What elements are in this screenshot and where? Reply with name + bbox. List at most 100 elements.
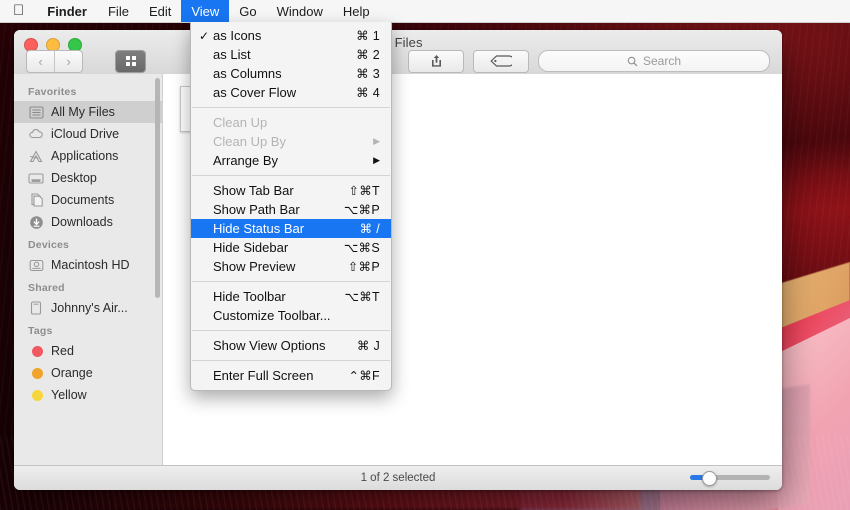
menu-item-as-icons[interactable]: ✓ as Icons ⌘ 1 bbox=[191, 26, 391, 45]
sidebar-heading-tags: Tags bbox=[28, 325, 53, 337]
share-button[interactable] bbox=[408, 49, 464, 73]
search-placeholder: Search bbox=[642, 54, 682, 68]
menu-item-hide-toolbar[interactable]: Hide Toolbar ⌥⌘T bbox=[191, 287, 391, 306]
menu-item-shortcut: ⌥⌘T bbox=[344, 290, 380, 304]
menubar-item-window[interactable]: Window bbox=[267, 0, 333, 22]
apple-menu-icon[interactable]:  bbox=[0, 0, 36, 22]
menubar-label: Finder bbox=[36, 3, 87, 19]
menu-item-label: as List bbox=[213, 47, 251, 62]
menu-item-label: Customize Toolbar... bbox=[213, 308, 331, 323]
view-dropdown-menu: ✓ as Icons ⌘ 1 as List ⌘ 2 as Columns ⌘ 3 as Co… bbox=[190, 22, 392, 391]
shared-computer-icon bbox=[28, 300, 44, 316]
menu-item-label: as Icons bbox=[213, 28, 262, 43]
sidebar-item-applications[interactable]: Applications bbox=[14, 145, 162, 167]
menu-item-arrange-by[interactable]: Arrange By ▶ bbox=[191, 151, 391, 170]
downloads-icon bbox=[28, 214, 44, 230]
sidebar-item-macintosh-hd[interactable]: Macintosh HD bbox=[14, 254, 162, 276]
menubar-item-finder[interactable]: Finder bbox=[36, 0, 98, 22]
documents-icon bbox=[28, 192, 44, 208]
harddisk-icon bbox=[28, 257, 44, 273]
menu-item-shortcut: ⌃⌘F bbox=[348, 369, 380, 383]
menu-item-label: Hide Toolbar bbox=[213, 289, 286, 304]
sidebar-item-desktop[interactable]: Desktop bbox=[14, 167, 162, 189]
sidebar-item-icloud-drive[interactable]: iCloud Drive bbox=[14, 123, 162, 145]
menu-separator bbox=[192, 175, 390, 176]
grid-icon bbox=[125, 56, 136, 66]
menu-item-clean-up: Clean Up bbox=[191, 113, 391, 132]
chevron-left-icon: ‹ bbox=[38, 53, 43, 69]
menu-item-as-list[interactable]: as List ⌘ 2 bbox=[191, 45, 391, 64]
status-bar: 1 of 2 selected bbox=[14, 465, 782, 490]
menu-item-show-tab-bar[interactable]: Show Tab Bar ⇧⌘T bbox=[191, 181, 391, 200]
sidebar-scrollbar[interactable] bbox=[155, 78, 160, 298]
menubar-label: Help bbox=[331, 3, 370, 19]
desktop-icon bbox=[28, 170, 44, 186]
menu-item-shortcut: ⌘ 1 bbox=[356, 29, 380, 43]
menu-item-shortcut: ⌘ / bbox=[359, 222, 380, 236]
menu-item-shortcut: ⌥⌘P bbox=[343, 203, 380, 217]
sidebar-item-documents[interactable]: Documents bbox=[14, 189, 162, 211]
menu-item-show-view-options[interactable]: Show View Options ⌘ J bbox=[191, 336, 391, 355]
menu-item-label: as Cover Flow bbox=[213, 85, 297, 100]
navigation-buttons: ‹ › bbox=[26, 49, 83, 73]
menu-item-show-path-bar[interactable]: Show Path Bar ⌥⌘P bbox=[191, 200, 391, 219]
tag-dot-icon bbox=[28, 343, 44, 359]
menubar-item-go[interactable]: Go bbox=[229, 0, 266, 22]
applications-icon bbox=[28, 148, 44, 164]
menu-item-enter-full-screen[interactable]: Enter Full Screen ⌃⌘F bbox=[191, 366, 391, 385]
back-button[interactable]: ‹ bbox=[27, 50, 55, 72]
menu-item-customize-toolbar[interactable]: Customize Toolbar... bbox=[191, 306, 391, 325]
tags-button[interactable] bbox=[473, 49, 529, 73]
sidebar-item-tag-orange[interactable]: Orange bbox=[14, 362, 162, 384]
menu-item-label: Show Preview bbox=[213, 259, 296, 274]
sidebar-item-label: Macintosh HD bbox=[51, 258, 130, 272]
menu-item-as-cover-flow[interactable]: as Cover Flow ⌘ 4 bbox=[191, 83, 391, 102]
sidebar-item-johnnys-air[interactable]: Johnny's Air... bbox=[14, 297, 162, 319]
sidebar-item-tag-red[interactable]: Red bbox=[14, 340, 162, 362]
sidebar-item-label: Applications bbox=[51, 149, 119, 163]
menu-item-shortcut: ⇧⌘T bbox=[348, 184, 380, 198]
tag-icon bbox=[490, 55, 512, 67]
menu-separator bbox=[192, 330, 390, 331]
menubar-item-help[interactable]: Help bbox=[333, 0, 380, 22]
sidebar-item-label: Johnny's Air... bbox=[51, 301, 128, 315]
sidebar-item-label: Desktop bbox=[51, 171, 97, 185]
menu-item-shortcut: ⌘ 2 bbox=[356, 48, 380, 62]
menu-item-label: Enter Full Screen bbox=[213, 368, 314, 383]
menu-item-shortcut: ⇧⌘P bbox=[347, 260, 380, 274]
menu-item-label: Hide Status Bar bbox=[213, 221, 305, 236]
menubar-item-edit[interactable]: Edit bbox=[139, 0, 181, 22]
menu-item-as-columns[interactable]: as Columns ⌘ 3 bbox=[191, 64, 391, 83]
menu-item-hide-status-bar[interactable]: Hide Status Bar ⌘ / bbox=[191, 219, 391, 238]
menubar-label: File bbox=[96, 3, 129, 19]
forward-button[interactable]: › bbox=[55, 51, 82, 72]
sidebar-item-label: Yellow bbox=[51, 388, 87, 402]
menu-item-clean-up-by: Clean Up By ▶ bbox=[191, 132, 391, 151]
apple-logo-glyph:  bbox=[13, 3, 24, 18]
icon-view-button[interactable] bbox=[116, 50, 145, 72]
search-field[interactable]: Search bbox=[538, 50, 770, 72]
icon-size-slider[interactable] bbox=[690, 471, 770, 486]
menu-item-shortcut: ⌘ J bbox=[356, 339, 380, 353]
menubar-label: Window bbox=[265, 3, 323, 19]
menu-item-hide-sidebar[interactable]: Hide Sidebar ⌥⌘S bbox=[191, 238, 391, 257]
menu-item-label: Hide Sidebar bbox=[213, 240, 289, 255]
all-my-files-icon bbox=[28, 104, 44, 120]
menubar-item-file[interactable]: File bbox=[98, 0, 139, 22]
sidebar-item-downloads[interactable]: Downloads bbox=[14, 211, 162, 233]
sidebar-item-tag-yellow[interactable]: Yellow bbox=[14, 384, 162, 406]
sidebar-heading-shared: Shared bbox=[28, 282, 65, 294]
menubar-item-view[interactable]: View bbox=[181, 0, 230, 22]
menubar-label: Go bbox=[228, 3, 256, 19]
menu-item-show-preview[interactable]: Show Preview ⇧⌘P bbox=[191, 257, 391, 276]
sidebar-heading-favorites: Favorites bbox=[28, 86, 77, 98]
sidebar-item-all-my-files[interactable]: All My Files bbox=[14, 101, 162, 123]
icloud-icon bbox=[28, 126, 44, 142]
finder-window: My Files ‹ › Search Favorites All My Fil… bbox=[14, 30, 782, 490]
menu-item-label: as Columns bbox=[213, 66, 282, 81]
menu-item-label: Clean Up bbox=[213, 115, 268, 130]
tag-dot-icon bbox=[28, 365, 44, 381]
menu-item-label: Show Tab Bar bbox=[213, 183, 294, 198]
slider-knob[interactable] bbox=[702, 471, 717, 486]
sidebar-item-label: Documents bbox=[51, 193, 115, 207]
